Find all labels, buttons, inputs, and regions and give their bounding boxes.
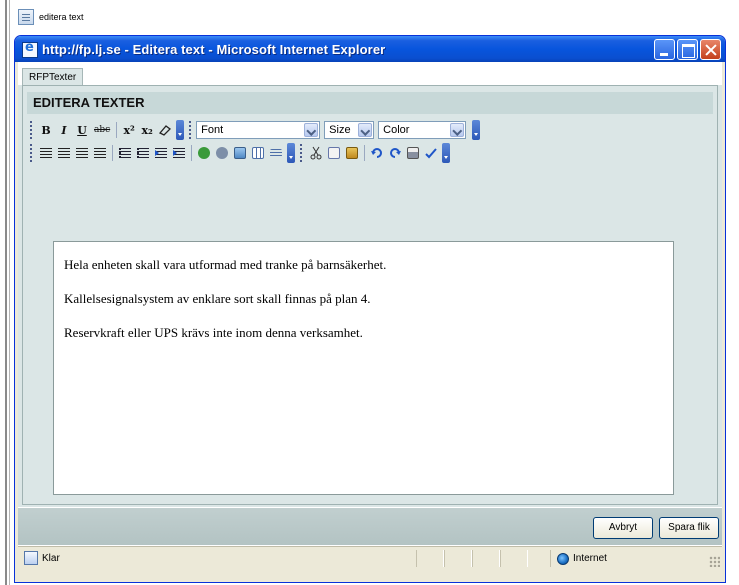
tab-rfptexter[interactable]: RFPTexter (22, 68, 84, 86)
page-content: RFPTexter EDITERA TEXTER B I U abc x² x₂ (18, 62, 722, 569)
window-controls (654, 38, 725, 60)
toolbar-overflow-icon[interactable] (287, 143, 295, 163)
cancel-button[interactable]: Avbryt (593, 517, 653, 539)
toolbar-grip[interactable] (299, 144, 303, 162)
editor-paragraph[interactable]: Reservkraft eller UPS krävs inte inom de… (64, 325, 673, 341)
toolbar-overflow-icon[interactable] (176, 120, 185, 140)
editor-paragraph[interactable]: Kallelsesignalsystem av enklare sort ska… (64, 291, 673, 307)
chevron-down-icon[interactable] (450, 123, 465, 137)
size-select[interactable]: Size (324, 121, 375, 139)
toolbar-overflow-icon[interactable] (472, 120, 481, 140)
tab-strip: RFPTexter (18, 62, 722, 86)
copy-icon[interactable] (325, 144, 343, 162)
link-icon[interactable] (195, 144, 213, 162)
maximize-button[interactable] (677, 38, 698, 60)
color-select[interactable]: Color (378, 121, 467, 139)
toolbar-grip[interactable] (29, 144, 33, 162)
globe-icon (557, 552, 569, 565)
strikethrough-button[interactable]: abc (91, 120, 113, 140)
window-title: http://fp.lj.se - Editera text - Microso… (42, 41, 386, 57)
bulleted-list-icon[interactable] (116, 144, 134, 162)
align-justify-icon[interactable] (91, 144, 109, 162)
status-cell (500, 550, 528, 567)
outer-divider-light (9, 0, 10, 585)
color-select-value: Color (383, 124, 410, 136)
toolbar-row-1: B I U abc x² x₂ Font Size Color (29, 119, 484, 141)
superscript-button[interactable]: x² (120, 120, 138, 140)
toolbar-separator (364, 145, 365, 161)
outdent-icon[interactable] (152, 144, 170, 162)
table-icon[interactable] (249, 144, 267, 162)
size-select-value: Size (329, 124, 351, 136)
horizontal-rule-icon[interactable] (267, 144, 285, 162)
status-text: Klar (42, 552, 60, 564)
titlebar[interactable]: http://fp.lj.se - Editera text - Microso… (15, 36, 725, 62)
status-bar: Klar Internet (18, 546, 722, 569)
toolbar-separator (191, 145, 192, 161)
numbered-list-icon[interactable] (134, 144, 152, 162)
indent-icon[interactable] (170, 144, 188, 162)
outer-tab-editera-text[interactable]: editera text (18, 8, 84, 26)
minimize-button[interactable] (654, 38, 675, 60)
toolbar-grip[interactable] (29, 121, 33, 139)
toolbar-row-2 (29, 142, 454, 164)
page-icon (24, 551, 38, 565)
italic-button[interactable]: I (55, 120, 73, 140)
paste-icon[interactable] (343, 144, 361, 162)
panel-title: EDITERA TEXTER (27, 92, 713, 114)
panel-area: RFPTexter EDITERA TEXTER B I U abc x² x₂ (18, 62, 722, 507)
subscript-button[interactable]: x₂ (138, 120, 156, 140)
editor-paragraph[interactable]: Hela enheten skall vara utformad med tra… (64, 257, 673, 273)
print-icon[interactable] (404, 144, 422, 162)
underline-button[interactable]: U (73, 120, 91, 140)
image-icon[interactable] (231, 144, 249, 162)
toolbar-grip[interactable] (188, 121, 193, 139)
spellcheck-icon[interactable] (422, 144, 440, 162)
document-icon (18, 9, 34, 25)
outer-taskbar (0, 0, 739, 32)
eraser-icon[interactable] (156, 121, 174, 139)
toolbar-separator (116, 122, 118, 138)
status-cell (472, 550, 500, 567)
rich-text-editor[interactable]: Hela enheten skall vara utformad med tra… (53, 241, 674, 495)
font-select[interactable]: Font (196, 121, 321, 139)
toolbar-separator (112, 145, 113, 161)
editor-content[interactable]: Hela enheten skall vara utformad med tra… (54, 242, 673, 341)
close-button[interactable] (700, 38, 721, 60)
security-zone[interactable]: Internet (550, 550, 607, 567)
font-select-value: Font (201, 124, 224, 136)
chevron-down-icon[interactable] (304, 123, 319, 137)
status-cells (416, 550, 528, 567)
outer-tab-label: editera text (39, 12, 84, 22)
ie-logo-icon (21, 40, 38, 58)
ie-window: http://fp.lj.se - Editera text - Microso… (14, 35, 726, 583)
unlink-icon[interactable] (213, 144, 231, 162)
chevron-down-icon[interactable] (358, 123, 373, 137)
save-tab-button[interactable]: Spara flik (659, 517, 719, 539)
zone-label: Internet (573, 553, 607, 564)
toolbar-overflow-icon[interactable] (442, 143, 450, 163)
redo-icon[interactable] (386, 144, 404, 162)
button-bar: Avbryt Spara flik (18, 507, 722, 545)
undo-icon[interactable] (368, 144, 386, 162)
align-left-icon[interactable] (37, 144, 55, 162)
cut-icon[interactable] (307, 144, 325, 162)
align-center-icon[interactable] (55, 144, 73, 162)
status-cell (444, 550, 472, 567)
status-cell (416, 550, 444, 567)
outer-divider (5, 0, 7, 585)
bold-button[interactable]: B (37, 120, 55, 140)
resize-grip-icon[interactable] (709, 556, 720, 567)
align-right-icon[interactable] (73, 144, 91, 162)
